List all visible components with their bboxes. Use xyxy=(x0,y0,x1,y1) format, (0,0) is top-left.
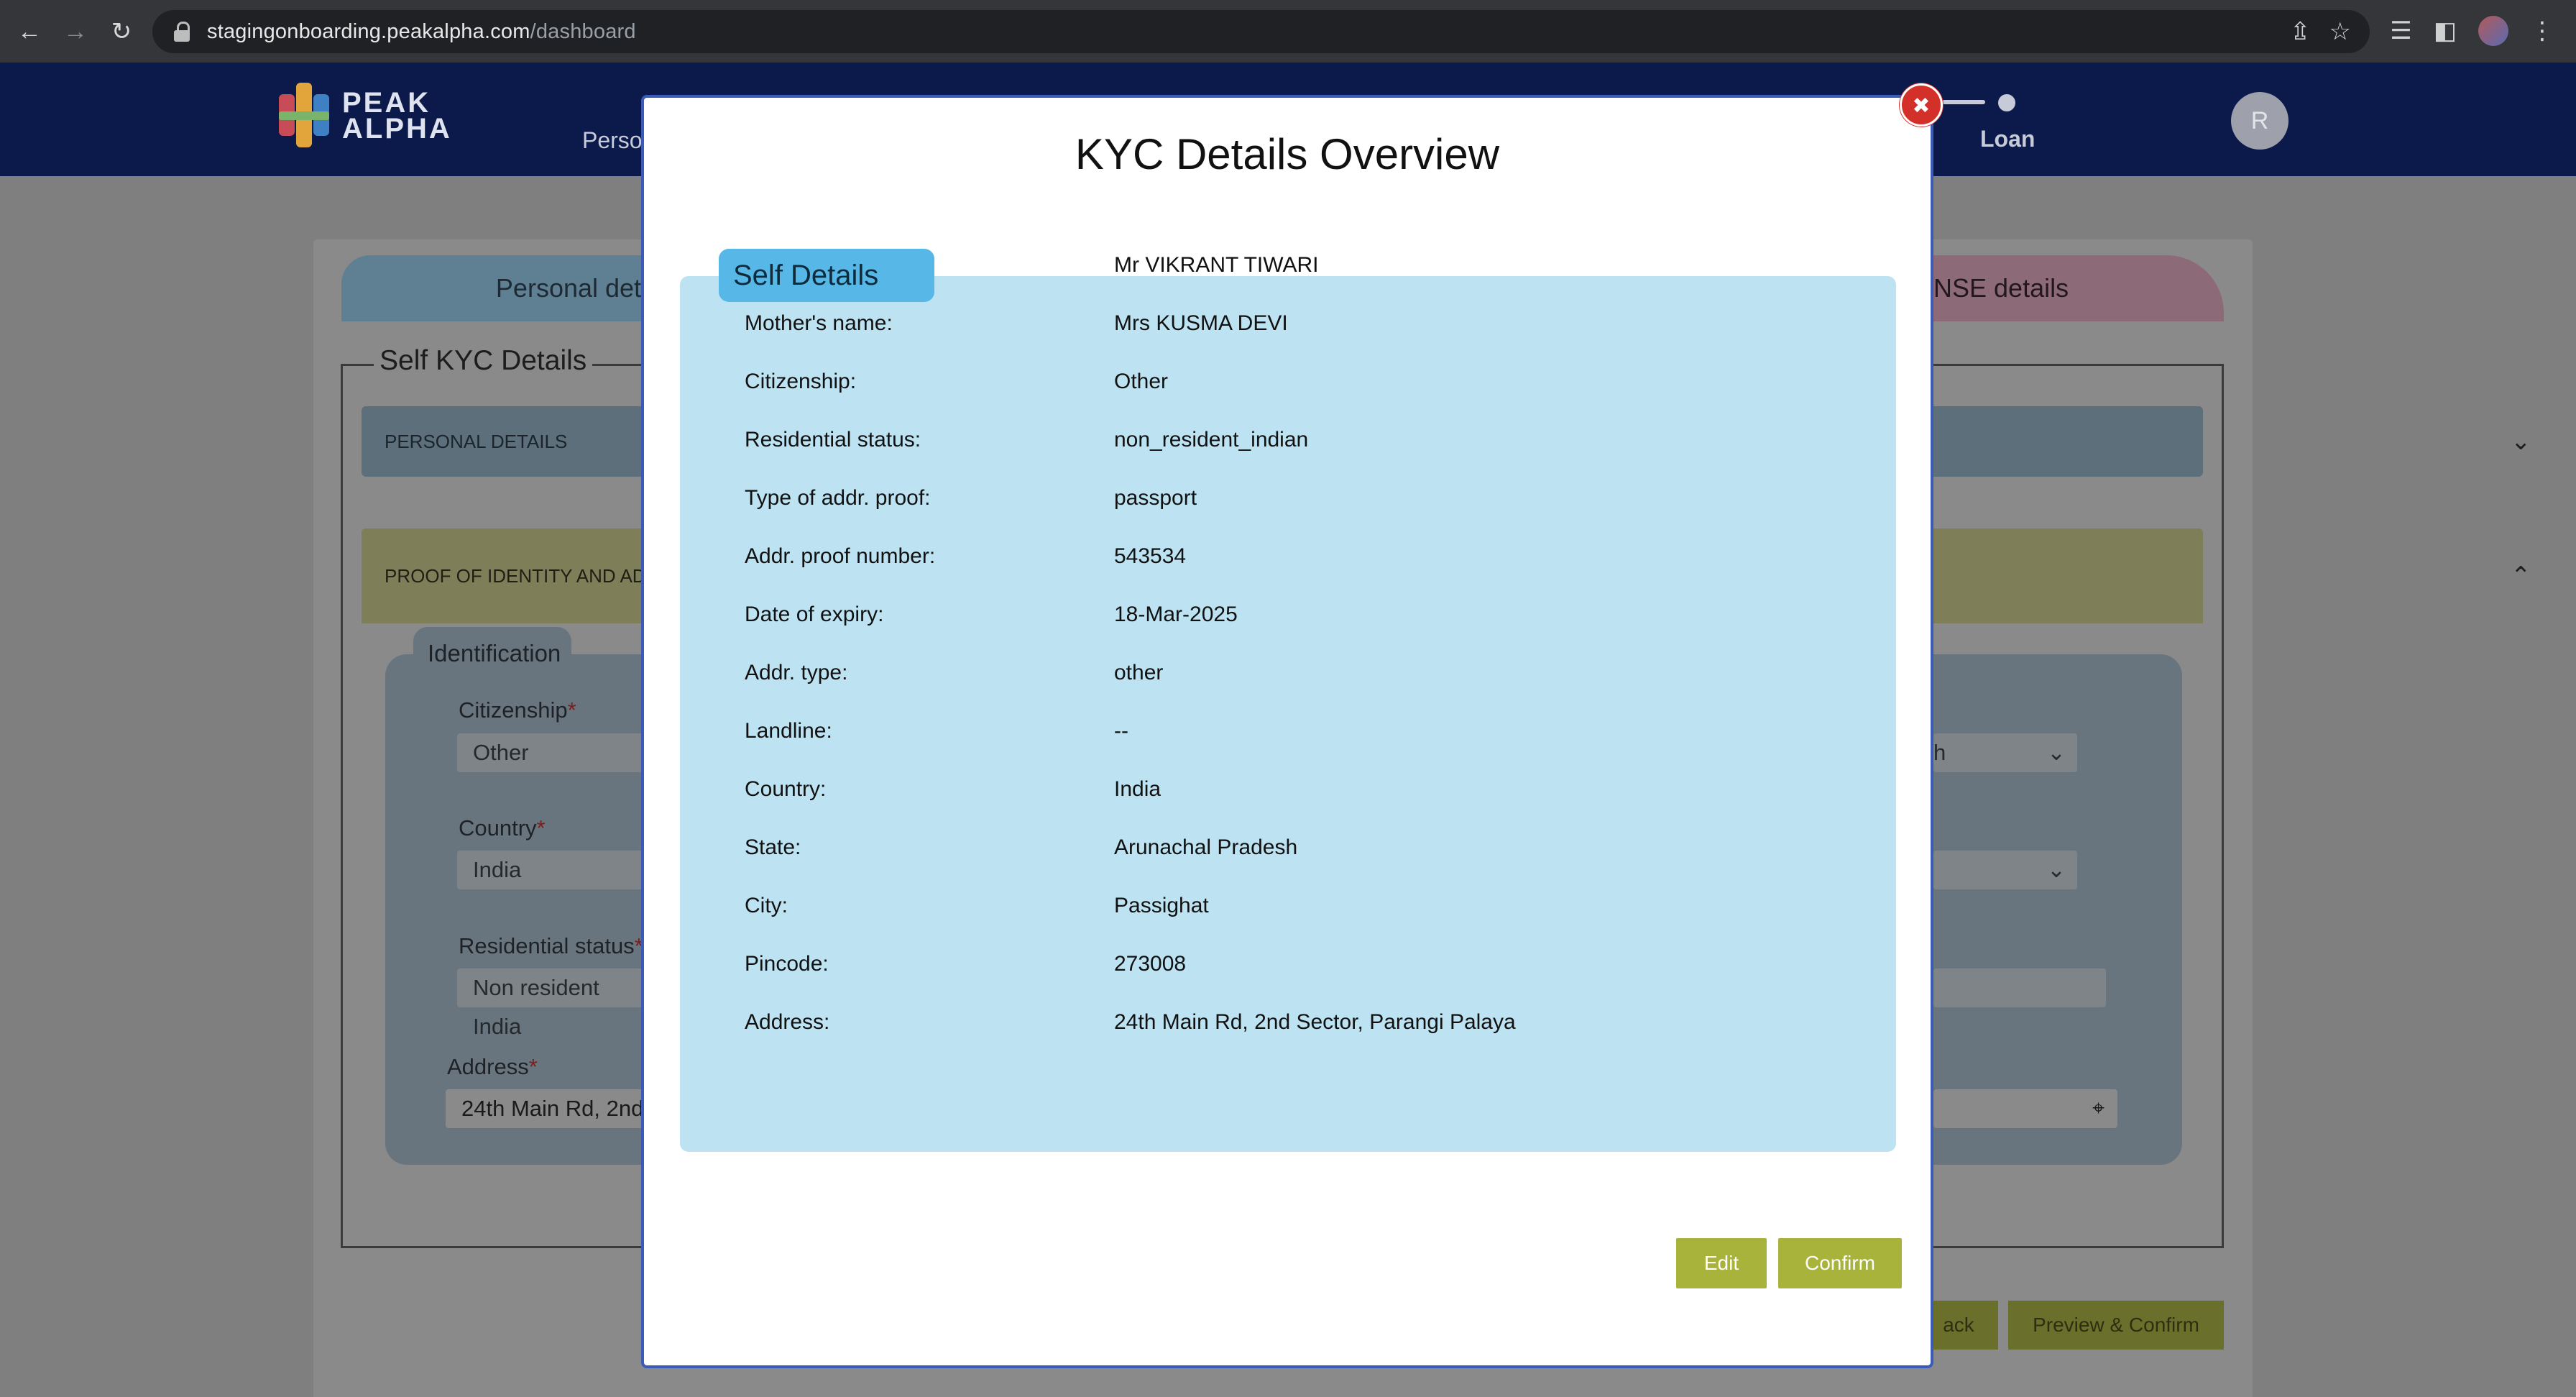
country-select[interactable]: India xyxy=(457,851,644,889)
detail-value: Mrs KUSMA DEVI xyxy=(1114,311,1288,335)
citizenship-label: Citizenship* xyxy=(459,697,576,723)
detail-key: Residential status: xyxy=(745,428,921,452)
self-details-tab: Self Details xyxy=(719,249,934,302)
location-target-icon[interactable]: ⌖ xyxy=(2092,1089,2104,1128)
detail-key: Type of addr. proof: xyxy=(745,486,931,510)
right-select-1[interactable]: h ⌄ xyxy=(1933,733,2077,772)
detail-key: Addr. proof number: xyxy=(745,544,936,568)
residential-status-select[interactable]: Non resident India xyxy=(457,968,644,1039)
browser-toolbar: ← → ↻ stagingonboarding.peakalpha.com/da… xyxy=(0,0,2576,63)
detail-value: India xyxy=(1114,777,1162,801)
detail-row: Addr. type: other xyxy=(745,661,1163,690)
chevron-down-icon: ⌄ xyxy=(2047,857,2066,882)
tab-nse-details[interactable]: NSE details xyxy=(1912,255,2224,321)
detail-key: Citizenship: xyxy=(745,370,857,393)
accordion-proof-label: PROOF OF IDENTITY AND AD xyxy=(385,565,646,587)
detail-key: Addr. type: xyxy=(745,661,848,684)
detail-value: Arunachal Pradesh xyxy=(1114,835,1298,859)
detail-value: -- xyxy=(1114,719,1128,743)
country-label: Country* xyxy=(459,815,546,841)
logo-text-peak: PEAK xyxy=(342,87,431,119)
detail-value: other xyxy=(1114,661,1164,684)
step-connector xyxy=(1942,100,1985,104)
detail-row: Addr. proof number: 543534 xyxy=(745,544,1186,573)
detail-value: Passighat xyxy=(1114,894,1209,917)
lock-icon[interactable] xyxy=(174,22,191,42)
detail-key: Pincode: xyxy=(745,952,829,976)
detail-row: Type of addr. proof: passport xyxy=(745,486,1197,515)
detail-key: Date of expiry: xyxy=(745,603,884,626)
logo-mark-icon xyxy=(273,78,336,153)
edit-button[interactable]: Edit xyxy=(1676,1238,1767,1288)
detail-row: City: Passighat xyxy=(745,894,1209,922)
peak-alpha-logo[interactable]: PEAK ALPHA xyxy=(273,78,452,153)
url-text[interactable]: stagingonboarding.peakalpha.com/dashboar… xyxy=(207,20,636,44)
detail-row: Address: 24th Main Rd, 2nd Sector, Parang… xyxy=(745,1010,1516,1039)
detail-value: 18-Mar-2025 xyxy=(1114,603,1238,626)
detail-row: Landline: -- xyxy=(745,719,1128,748)
forward-arrow-icon[interactable]: → xyxy=(59,15,92,48)
detail-value: 543534 xyxy=(1114,544,1187,568)
detail-key: Mother's name: xyxy=(745,311,893,335)
self-kyc-legend: Self KYC Details xyxy=(374,345,593,377)
detail-row: State: Arunachal Pradesh xyxy=(745,835,1297,864)
preview-confirm-button[interactable]: Preview & Confirm xyxy=(2008,1301,2224,1350)
detail-key: Country: xyxy=(745,777,827,801)
chevron-down-icon[interactable]: ⌄ xyxy=(2511,406,2531,477)
reading-list-icon[interactable]: ☰ xyxy=(2390,14,2411,47)
detail-row: Date of expiry: 18-Mar-2025 xyxy=(745,603,1238,631)
detail-row: Citizenship: Other xyxy=(745,370,1168,398)
accordion-personal-label: PERSONAL DETAILS xyxy=(385,431,568,452)
avatar[interactable]: R xyxy=(2231,92,2288,150)
detail-row: Residential status: non_resident_indian xyxy=(745,428,1308,457)
close-icon[interactable]: ✖ xyxy=(1900,83,1943,127)
more-icon[interactable]: ⋮ xyxy=(2530,14,2554,47)
detail-value: Other xyxy=(1114,370,1169,393)
share-icon[interactable]: ⇫ xyxy=(2290,16,2311,47)
profile-icon[interactable] xyxy=(2478,16,2508,46)
reload-icon[interactable]: ↻ xyxy=(105,15,138,48)
detail-row: Mother's name: Mrs KUSMA DEVI xyxy=(745,311,1288,340)
detail-value: 24th Main Rd, 2nd Sector, Parangi Palaya xyxy=(1114,1010,1516,1034)
citizenship-select[interactable]: Other xyxy=(457,733,644,772)
address-bar[interactable]: stagingonboarding.peakalpha.com/dashboar… xyxy=(152,10,2370,53)
detail-row: Country: India xyxy=(745,777,1161,806)
right-select-2[interactable]: ⌄ xyxy=(1933,851,2077,889)
address-input[interactable]: 24th Main Rd, 2nd xyxy=(446,1089,644,1128)
address-label: Address* xyxy=(447,1054,538,1079)
right-input-3[interactable] xyxy=(1933,968,2106,1007)
logo-text-alpha: ALPHA xyxy=(342,113,452,145)
kyc-overview-modal: KYC Details Overview Father's name:Mr VI… xyxy=(641,95,1933,1368)
detail-key: City: xyxy=(745,894,788,917)
detail-row: Pincode: 273008 xyxy=(745,952,1186,981)
star-icon[interactable]: ☆ xyxy=(2329,16,2351,47)
detail-key: Landline: xyxy=(745,719,832,743)
side-panel-icon[interactable]: ◧ xyxy=(2434,14,2457,47)
back-arrow-icon[interactable]: ← xyxy=(13,15,46,48)
step-dot xyxy=(1998,94,2015,111)
detail-key: Address: xyxy=(745,1010,830,1034)
residential-status-label: Residential status* xyxy=(459,933,643,958)
modal-title: KYC Details Overview xyxy=(1075,130,1500,178)
self-details-panel: Father's name:Mr VIKRANT TIWARIMother's … xyxy=(680,253,1896,1152)
step-loan: Loan xyxy=(1980,126,2036,152)
detail-value: 273008 xyxy=(1114,952,1187,976)
step-personal: Perso xyxy=(582,127,643,153)
identification-tab: Identification xyxy=(413,627,571,680)
detail-value: passport xyxy=(1114,486,1197,510)
confirm-button[interactable]: Confirm xyxy=(1778,1238,1902,1288)
detail-value: non_resident_indian xyxy=(1114,428,1309,452)
detail-value: Mr VIKRANT TIWARI xyxy=(1114,253,1319,277)
chevron-up-icon[interactable]: ⌃ xyxy=(2511,528,2531,623)
detail-key: State: xyxy=(745,835,801,859)
right-input-4[interactable]: ⌖ xyxy=(1933,1089,2117,1128)
